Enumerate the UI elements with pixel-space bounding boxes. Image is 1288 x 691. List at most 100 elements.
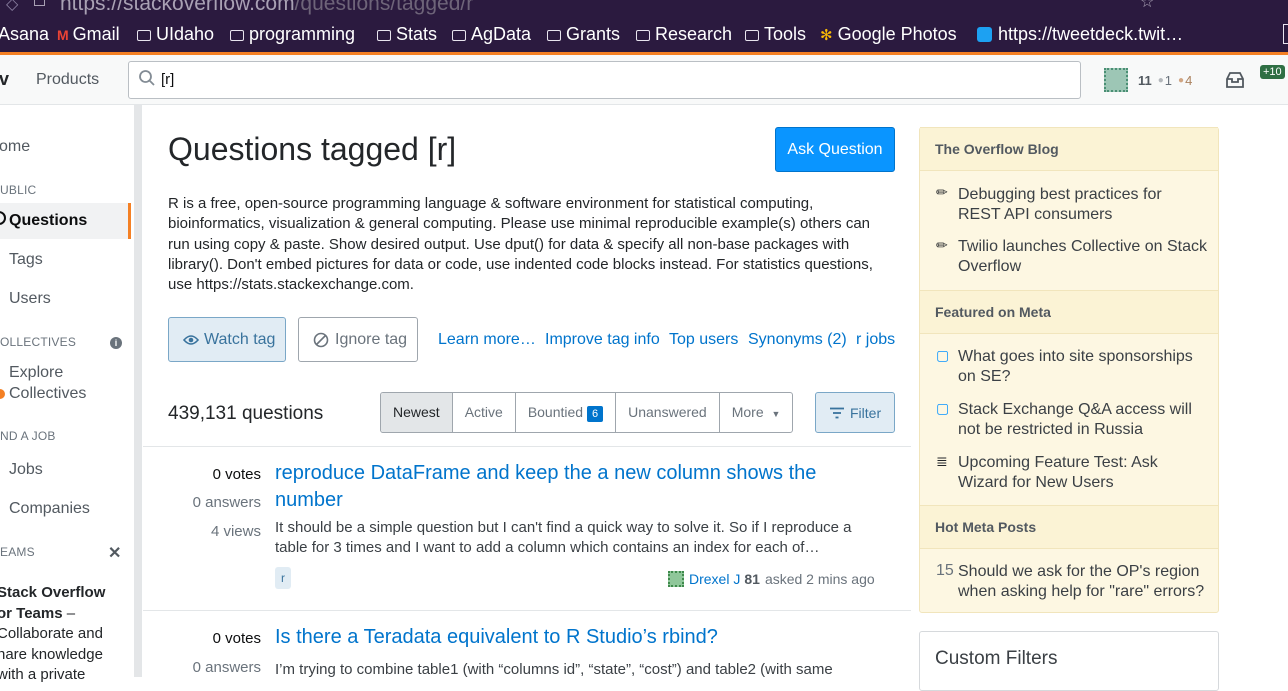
folder-icon <box>137 30 151 41</box>
top-users-link[interactable]: Top users <box>669 331 738 349</box>
question-summary: 0 votes 0 answers 4 views reproduce Data… <box>143 446 911 611</box>
bookmark-label: programming <box>249 24 356 44</box>
meta-item-link[interactable]: Stack Exchange Q&A access will not be re… <box>958 400 1208 440</box>
bookmark-label: Stats <box>396 24 438 44</box>
blog-item-link[interactable]: Twilio launches Collective on Stack Over… <box>958 237 1208 277</box>
url-path: /questions/tagged/r <box>294 0 474 15</box>
tweetdeck-icon <box>977 27 992 42</box>
nav-jobs[interactable]: Jobs <box>9 461 43 479</box>
tab-newest[interactable]: Newest <box>381 393 453 432</box>
custom-filters-heading[interactable]: Custom Filters <box>935 648 1057 670</box>
user-profile-button[interactable]: 11 ● 1 ● 4 <box>1104 67 1192 93</box>
custom-filters-widget: Custom Filters <box>919 631 1219 691</box>
folder-icon <box>452 30 466 41</box>
overflow-bookmark-edge <box>1283 24 1288 44</box>
tab-unanswered[interactable]: Unanswered <box>616 393 720 432</box>
speech-bubble-icon: ▢ <box>936 400 950 416</box>
avatar <box>1104 68 1128 92</box>
nav-home[interactable]: ome <box>0 138 30 156</box>
globe-icon <box>0 211 6 225</box>
left-sidebar: ome UBLIC Questions Tags Users OLLECTIVE… <box>0 105 142 683</box>
nav-tags[interactable]: Tags <box>9 251 43 269</box>
search-icon <box>138 69 156 92</box>
bookmark-gmail[interactable]: M Gmail <box>57 24 120 45</box>
r-jobs-link[interactable]: r jobs <box>856 331 895 349</box>
pinwheel-icon: ✻ <box>820 26 833 44</box>
question-title-link[interactable]: reproduce DataFrame and keep the a new c… <box>275 460 855 514</box>
synonyms-link[interactable]: Synonyms (2) <box>748 331 847 349</box>
tab-active[interactable]: Active <box>453 393 516 432</box>
page-icon <box>34 0 45 6</box>
asked-time: asked 2 mins ago <box>764 571 875 587</box>
filter-button[interactable]: Filter <box>815 392 895 433</box>
bookmark-stats[interactable]: Stats <box>377 24 437 45</box>
bookmark-tweetdeck[interactable]: https://tweetdeck.twit… <box>977 24 1183 45</box>
question-count: 439,131 questions <box>168 403 324 424</box>
bookmark-google-photos[interactable]: ✻ Google Photos <box>820 24 957 45</box>
tab-more[interactable]: More ▼ <box>720 393 793 432</box>
search-value: [r] <box>161 71 175 88</box>
blog-item-link[interactable]: Debugging best practices for REST API co… <box>958 185 1208 225</box>
meta-item-link[interactable]: Upcoming Feature Test: Ask Wizard for Ne… <box>958 453 1208 493</box>
search-input[interactable]: [r] <box>128 61 1081 99</box>
bookmark-label: Asana <box>0 24 50 44</box>
hot-post-link[interactable]: Should we ask for the OP's region when a… <box>958 562 1208 602</box>
folder-icon <box>377 30 391 41</box>
block-icon <box>313 332 329 353</box>
teams-promo: Stack Overflow or Teams – Collaborate an… <box>0 583 127 686</box>
nav-explore-collectives-line2[interactable]: Collectives <box>9 385 86 403</box>
bookmark-star-icon[interactable]: ☆ <box>1140 0 1154 12</box>
bookmark-grants[interactable]: Grants <box>547 24 620 45</box>
teams-dash: – <box>62 604 76 622</box>
nav-users[interactable]: Users <box>9 290 51 308</box>
shield-icon: ◇ <box>6 0 19 13</box>
url-text[interactable]: https://stackoverflow.com/questions/tagg… <box>60 0 473 16</box>
improve-tag-info-link[interactable]: Improve tag info <box>545 331 660 349</box>
tag-r[interactable]: r <box>275 567 291 589</box>
bookmark-uidaho[interactable]: UIdaho <box>137 24 214 45</box>
meta-item-link[interactable]: What goes into site sponsorships on SE? <box>958 347 1208 387</box>
question-title-link[interactable]: Is there a Teradata equivalent to R Stud… <box>275 624 855 651</box>
teams-text-line3: with a private <box>0 666 86 683</box>
reputation: 11 <box>1138 72 1152 88</box>
user-name-link[interactable]: Drexel J <box>689 571 740 587</box>
sidebar-scrollbar[interactable] <box>134 105 141 677</box>
bookmark-research[interactable]: Research <box>636 24 732 45</box>
collectives-icon <box>0 389 5 399</box>
teams-title-line1: Stack Overflow <box>0 584 106 601</box>
bookmarks-bar: Asana M Gmail UIdaho programming Stats Ag… <box>0 16 1288 52</box>
nav-explore-collectives[interactable]: Explore <box>9 364 63 382</box>
ignore-tag-button[interactable]: Ignore tag <box>298 317 418 362</box>
browser-url-bar[interactable]: ◇ https://stackoverflow.com/questions/ta… <box>0 0 1288 16</box>
nav-companies[interactable]: Companies <box>9 500 90 518</box>
info-icon[interactable]: i <box>110 337 122 349</box>
bookmark-asana[interactable]: Asana <box>0 24 49 45</box>
ask-question-button[interactable]: Ask Question <box>775 127 895 172</box>
products-link[interactable]: Products <box>36 71 99 89</box>
learn-more-link[interactable]: Learn more… <box>438 331 536 349</box>
bookmark-label: Tools <box>764 24 807 44</box>
speech-bubble-icon: ▢ <box>936 347 950 363</box>
teams-title-line2: or Teams <box>0 604 63 622</box>
watch-tag-button[interactable]: Watch tag <box>168 317 286 362</box>
bookmark-agdata[interactable]: AgData <box>452 24 531 45</box>
user-avatar[interactable] <box>668 571 684 587</box>
vote-count: 0 votes <box>212 630 261 647</box>
ignore-tag-label: Ignore tag <box>335 331 408 348</box>
bookmark-tools[interactable]: Tools <box>745 24 806 45</box>
caret-down-icon: ▼ <box>771 409 781 419</box>
inbox-icon[interactable] <box>1225 71 1245 94</box>
hot-post-count: 15 <box>936 562 954 579</box>
bookmark-label: Research <box>655 24 733 44</box>
tab-bountied[interactable]: Bountied 6 <box>516 393 617 432</box>
close-icon[interactable]: ✕ <box>108 543 121 563</box>
tab-more-label: More <box>731 404 764 420</box>
silver-badge-dot: ● <box>1157 74 1164 86</box>
bookmark-programming[interactable]: programming <box>230 24 355 45</box>
achievements-badge[interactable]: +10 <box>1260 65 1285 79</box>
folder-icon <box>230 30 244 41</box>
logo-fragment[interactable]: v <box>0 69 9 90</box>
nav-questions[interactable]: Questions <box>0 203 131 239</box>
bookmark-label: Gmail <box>72 24 120 44</box>
folder-icon <box>636 30 650 41</box>
